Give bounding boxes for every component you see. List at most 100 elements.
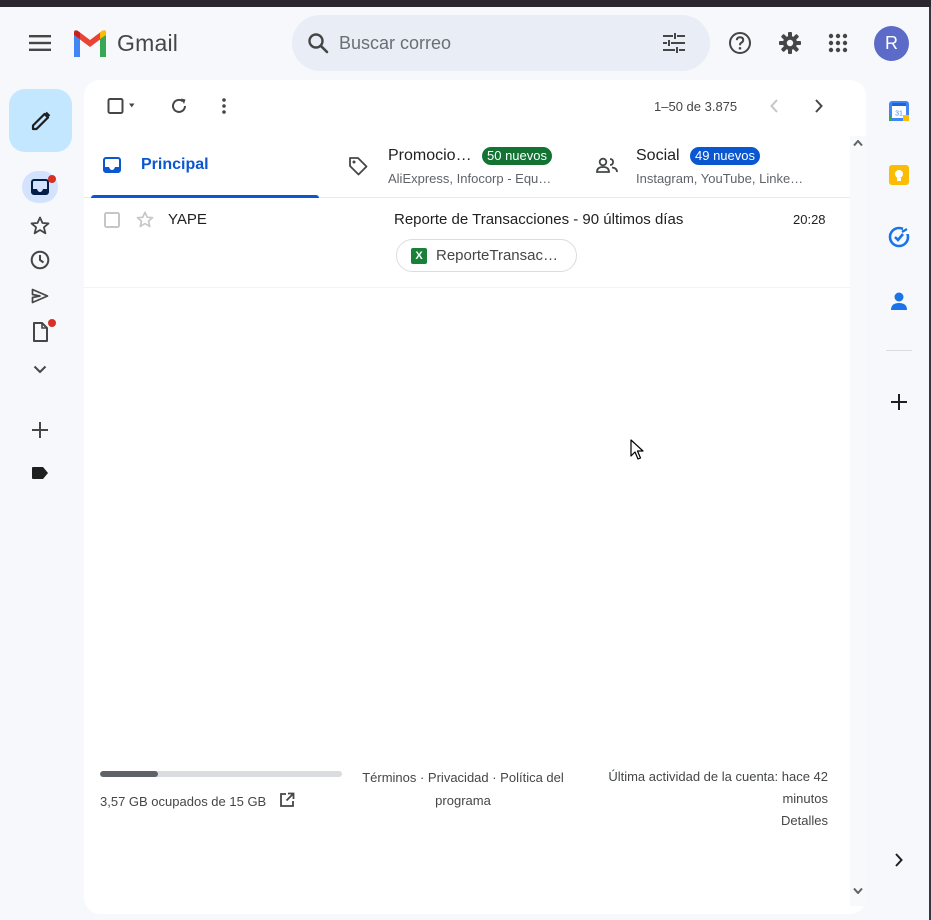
tab-label: Principal — [141, 156, 209, 173]
google-apps-button[interactable] — [818, 23, 858, 63]
email-row[interactable]: YAPE Reporte de Transacciones - 90 últim… — [84, 199, 850, 288]
gear-icon — [779, 32, 801, 54]
calendar-icon: 31 — [889, 101, 909, 121]
keep-icon — [889, 165, 909, 185]
apps-grid-icon — [828, 33, 848, 53]
search-input[interactable] — [339, 29, 639, 57]
tab-promociones[interactable]: Promocio… 50 nuevos AliExpress, Infocorp… — [334, 136, 574, 198]
plus-icon — [891, 394, 907, 410]
attachment-name: ReporteTransac… — [436, 247, 558, 264]
pencil-icon — [31, 111, 50, 130]
scroll-up-icon — [853, 140, 863, 146]
nav-more[interactable] — [22, 353, 58, 385]
scroll-down-icon — [853, 888, 863, 894]
row-checkbox[interactable] — [104, 212, 120, 233]
nav-label[interactable] — [22, 457, 58, 489]
mail-list-panel: 1–50 de 3.875 Principal Promocio… 50 nue… — [84, 80, 866, 914]
search-bar[interactable] — [292, 15, 710, 71]
activity-text: Última actividad de la cuenta: hace 42 — [608, 769, 828, 784]
tab-subtitle: Instagram, YouTube, Linke… — [636, 171, 804, 186]
help-button[interactable] — [720, 23, 760, 63]
category-tabs: Principal Promocio… 50 nuevos AliExpress… — [84, 136, 850, 198]
tab-principal[interactable]: Principal — [91, 136, 319, 198]
label-icon — [32, 467, 48, 479]
tag-icon — [349, 157, 368, 176]
active-tab-indicator — [91, 195, 319, 198]
pagination-text: 1–50 de 3.875 — [654, 99, 738, 114]
newer-page-button[interactable] — [760, 92, 788, 120]
select-all-checkbox[interactable] — [100, 92, 142, 120]
settings-button[interactable] — [770, 23, 810, 63]
row-star-toggle[interactable] — [136, 211, 154, 233]
more-vert-icon — [222, 98, 226, 114]
send-icon — [31, 288, 49, 304]
gmail-m-icon — [74, 29, 106, 57]
star-icon — [30, 216, 50, 234]
gmail-logo[interactable]: Gmail — [72, 28, 178, 58]
account-activity: Última actividad de la cuenta: hace 42 m… — [584, 766, 828, 832]
chevron-left-icon — [770, 99, 778, 113]
app-name: Gmail — [117, 29, 179, 56]
nav-starred[interactable] — [22, 209, 58, 241]
create-label-button[interactable] — [22, 414, 58, 446]
draft-icon — [33, 322, 48, 342]
account-avatar[interactable]: R — [874, 26, 909, 61]
keep-app-button[interactable] — [884, 160, 914, 190]
nav-snoozed[interactable] — [22, 244, 58, 276]
footer-links-line[interactable]: Términos · Privacidad · Política del — [354, 766, 572, 789]
checkbox-icon — [107, 98, 135, 114]
help-icon — [729, 32, 751, 54]
storage-usage-fill — [100, 771, 158, 777]
side-panel-divider — [886, 350, 912, 351]
contacts-app-button[interactable] — [884, 286, 914, 316]
main-menu-button[interactable] — [20, 23, 60, 63]
calendar-app-button[interactable]: 31 — [884, 96, 914, 126]
older-page-button[interactable] — [805, 92, 833, 120]
details-link[interactable]: Detalles — [584, 810, 828, 832]
refresh-button[interactable] — [164, 92, 194, 120]
show-side-panel-button[interactable] — [884, 845, 914, 875]
tune-icon — [663, 33, 685, 53]
mouse-pointer-icon — [630, 439, 644, 465]
window-top-strip — [0, 0, 931, 7]
footer-links-line[interactable]: programa — [354, 789, 572, 812]
attachment-chip[interactable]: X ReporteTransac… — [396, 239, 577, 272]
refresh-icon — [172, 98, 186, 113]
tab-subtitle: AliExpress, Infocorp - Equ… — [388, 171, 552, 186]
storage-usage-bar — [100, 771, 342, 777]
search-button[interactable] — [296, 21, 340, 65]
compose-button[interactable] — [9, 89, 72, 152]
clock-icon — [30, 250, 50, 270]
tab-social[interactable]: Social 49 nuevos Instagram, YouTube, Lin… — [584, 136, 844, 198]
menu-icon — [29, 35, 51, 51]
footer-links[interactable]: Términos · Privacidad · Política del pro… — [354, 766, 572, 812]
more-actions-button[interactable] — [209, 92, 239, 120]
inbox-notification-dot — [48, 175, 56, 183]
new-count-badge: 49 nuevos — [690, 147, 760, 165]
nav-sent[interactable] — [22, 280, 58, 312]
chevron-right-icon — [895, 853, 903, 867]
email-time: 20:28 — [793, 212, 826, 227]
email-sender: YAPE — [168, 211, 207, 228]
storage-text: 3,57 GB ocupados de 15 GB — [100, 790, 295, 809]
tasks-icon — [888, 226, 910, 248]
people-icon — [596, 157, 618, 173]
new-count-badge: 50 nuevos — [482, 147, 552, 165]
search-icon — [308, 33, 329, 54]
chevron-down-icon — [33, 365, 47, 373]
checkbox-icon — [104, 212, 120, 228]
contacts-icon — [891, 292, 907, 310]
tasks-app-button[interactable] — [884, 222, 914, 252]
plus-icon — [32, 422, 48, 438]
nav-inbox[interactable] — [22, 171, 58, 203]
nav-drafts[interactable] — [22, 316, 58, 348]
search-options-button[interactable] — [652, 21, 696, 65]
inbox-icon — [103, 157, 121, 173]
drafts-notification-dot — [48, 319, 56, 327]
inbox-icon — [31, 179, 49, 195]
vertical-scrollbar[interactable] — [850, 136, 866, 906]
open-in-new-icon[interactable] — [279, 792, 295, 808]
tab-label: Promocio… — [388, 147, 472, 164]
get-addons-button[interactable] — [884, 387, 914, 417]
chevron-right-icon — [815, 99, 823, 113]
